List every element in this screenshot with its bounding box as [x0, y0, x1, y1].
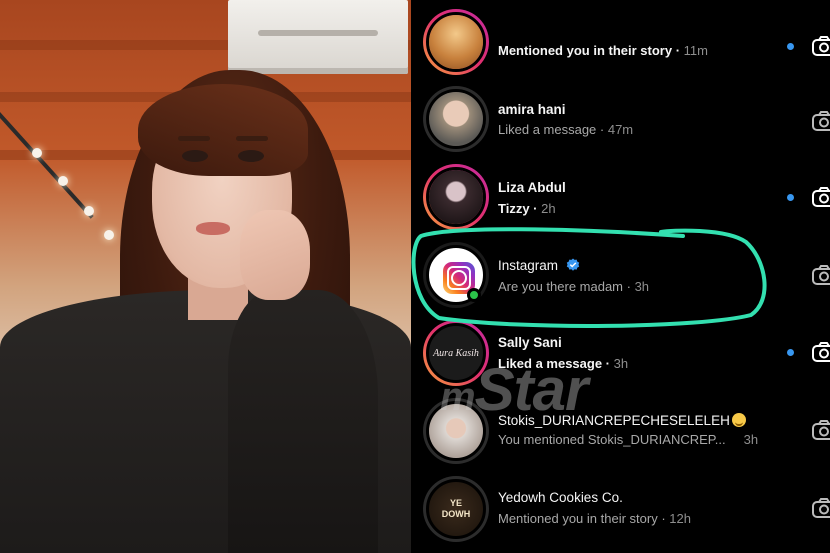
activity-text: Liked a message · 47m [498, 122, 634, 137]
username[interactable]: Liza Abdul [498, 180, 566, 195]
camera-icon[interactable] [811, 341, 830, 363]
avatar-text: YE DOWH [441, 498, 471, 519]
online-status-dot [467, 288, 481, 302]
avatar[interactable] [423, 86, 489, 152]
activity-text: Mentioned you in their story · 12h [498, 511, 691, 526]
avatar[interactable] [423, 9, 489, 75]
username[interactable]: Yedowh Cookies Co. [498, 490, 623, 505]
activity-row-instagram[interactable]: Instagram Are you there madam · 3h [411, 236, 830, 314]
camera-icon[interactable] [811, 186, 830, 208]
unread-dot [787, 194, 794, 201]
avatar[interactable]: YE DOWH [423, 476, 489, 542]
username[interactable]: amira hani [498, 102, 566, 117]
activity-text: You mentioned Stokis_DURIANCREP... 3h [498, 432, 759, 447]
unread-dot [787, 43, 794, 50]
camera-icon[interactable] [811, 497, 830, 519]
activity-row[interactable]: Mentioned you in their story · 11m [411, 3, 830, 81]
verified-badge-icon [566, 258, 579, 271]
activity-row[interactable]: YE DOWH Yedowh Cookies Co. Mentioned you… [411, 470, 830, 548]
activity-text: Are you there madam · 3h [498, 279, 650, 294]
activity-text: Tizzy · 2h [498, 201, 556, 216]
username[interactable]: Sally Sani [498, 335, 562, 350]
avatar[interactable] [423, 164, 489, 230]
camera-icon[interactable] [811, 419, 830, 441]
mstar-watermark: mStar [440, 356, 588, 423]
smile-emoji-icon [731, 413, 746, 427]
air-conditioner [228, 0, 408, 74]
unread-dot [787, 349, 794, 356]
camera-icon[interactable] [811, 110, 830, 132]
camera-icon[interactable] [811, 264, 830, 286]
camera-icon[interactable] [811, 35, 830, 57]
username[interactable]: Instagram [498, 258, 580, 273]
activity-row[interactable]: amira hani Liked a message · 47m [411, 80, 830, 158]
portrait-photo [0, 0, 411, 553]
activity-text: Mentioned you in their story · 11m [498, 43, 708, 58]
activity-feed: Mentioned you in their story · 11m amira… [411, 0, 830, 553]
activity-row[interactable]: Liza Abdul Tizzy · 2h [411, 158, 830, 236]
